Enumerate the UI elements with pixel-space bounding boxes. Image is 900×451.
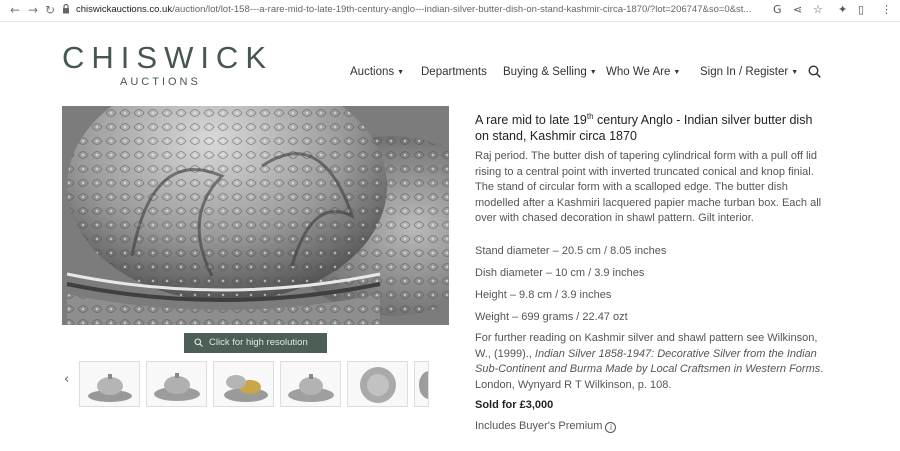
thumbnail[interactable] [414, 361, 429, 407]
google-icon[interactable]: G [773, 3, 782, 16]
nav-auctions-label: Auctions [350, 66, 395, 78]
thumb-dish-image [288, 374, 334, 402]
share-icon[interactable]: ⋖ [793, 3, 802, 16]
address-bar[interactable]: chiswickauctions.co.uk/auction/lot/lot-1… [76, 3, 766, 17]
reload-icon[interactable]: ↻ [45, 3, 55, 17]
logo-sub-text: AUCTIONS [120, 76, 201, 88]
gallery-prev-arrow[interactable]: ‹ [64, 372, 69, 387]
thumbnail[interactable] [347, 361, 408, 407]
sold-price: Sold for £3,000 [475, 399, 554, 411]
chevron-down-icon: ▼ [673, 69, 681, 76]
lock-icon [63, 4, 69, 14]
lot-details: A rare mid to late 19th century Anglo - … [475, 109, 825, 433]
back-icon[interactable]: ← [10, 3, 20, 17]
premium-label: Includes Buyer's Premium [475, 420, 603, 432]
spec-dish-diameter: Dish diameter – 10 cm / 3.9 inches [475, 267, 645, 279]
url-path: /auction/lot/lot-158---a-rare-mid-to-lat… [172, 4, 752, 15]
nav-buying-selling[interactable]: Buying & Selling ▼ [503, 66, 597, 78]
thumbnail[interactable] [280, 361, 341, 407]
high-resolution-label: Click for high resolution [209, 337, 308, 348]
sidebar-icon[interactable]: ▯ [858, 3, 864, 16]
thumb-dish-image [88, 374, 132, 402]
nav-buying-selling-label: Buying & Selling [503, 66, 587, 78]
spec-weight: Weight – 699 grams / 22.47 ozt [475, 311, 628, 323]
lot-title: A rare mid to late 19th century Anglo - … [475, 109, 825, 144]
high-resolution-button[interactable]: Click for high resolution [184, 333, 327, 353]
thumbnail[interactable] [146, 361, 207, 407]
browser-menu-icon[interactable]: ⋮ [881, 3, 892, 16]
thumbnail[interactable] [79, 361, 140, 407]
extensions-icon[interactable]: ✦ [838, 3, 847, 16]
nav-sign-in[interactable]: Sign In / Register ▼ [700, 66, 798, 78]
site-logo[interactable]: CHISWICK AUCTIONS [62, 40, 273, 89]
thumb-dish-image [154, 373, 200, 401]
lot-title-start: A rare mid to late 19 [475, 113, 587, 128]
main-lot-image[interactable] [62, 106, 449, 325]
thumb-stand-image [360, 367, 396, 403]
nav-departments[interactable]: Departments [421, 66, 487, 78]
chevron-down-icon: ▼ [397, 69, 405, 76]
spec-height: Height – 9.8 cm / 3.9 inches [475, 289, 612, 301]
thumb-partial-image [419, 371, 428, 399]
silver-dish-illustration [62, 106, 449, 325]
lot-description: Raj period. The butter dish of tapering … [475, 150, 822, 224]
forward-icon[interactable]: → [28, 3, 38, 17]
url-domain: chiswickauctions.co.uk [76, 4, 173, 15]
logo-main-text: CHISWICK [62, 40, 273, 75]
nav-who-we-are[interactable]: Who We Are ▼ [606, 66, 680, 78]
chevron-down-icon: ▼ [589, 69, 597, 76]
nav-who-we-are-label: Who We Are [606, 66, 671, 78]
nav-auctions[interactable]: Auctions ▼ [350, 66, 404, 78]
browser-toolbar: ← → ↻ chiswickauctions.co.uk/auction/lot… [0, 0, 900, 22]
further-reading: For further reading on Kashmir silver an… [475, 331, 825, 393]
lot-title-superscript: th [586, 112, 594, 121]
spec-stand-diameter: Stand diameter – 20.5 cm / 8.05 inches [475, 245, 667, 257]
magnifier-icon [194, 338, 203, 347]
info-icon[interactable]: i [605, 422, 617, 433]
nav-sign-in-label: Sign In / Register [700, 66, 789, 78]
thumbnail[interactable] [213, 361, 274, 407]
bookmark-star-icon[interactable]: ☆ [813, 3, 823, 16]
search-icon[interactable] [808, 65, 821, 78]
chevron-down-icon: ▼ [791, 69, 799, 76]
thumb-open-dish-image [224, 375, 268, 402]
buyers-premium-note: Includes Buyer's Premium i [475, 420, 617, 433]
